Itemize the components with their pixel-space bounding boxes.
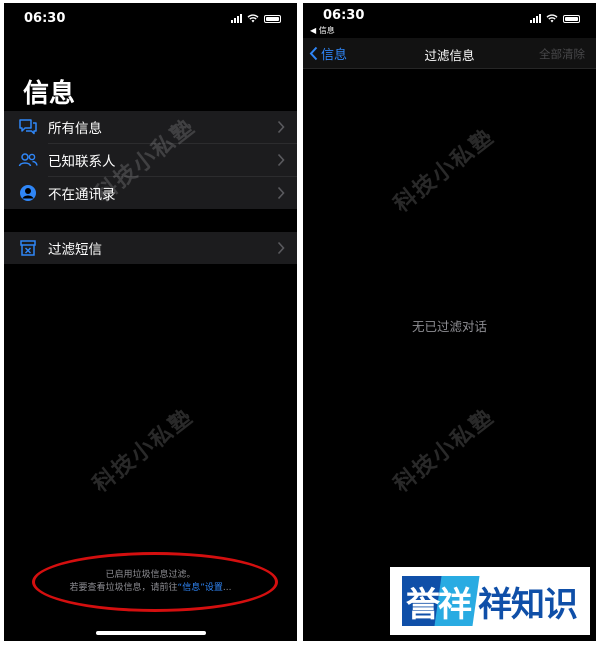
chevron-right-icon (277, 120, 285, 134)
back-to-app-link[interactable]: ◀ 信息 (310, 25, 335, 36)
unknown-person-icon (17, 182, 39, 204)
watermark: 科技小私塾 (88, 404, 199, 498)
chevron-right-icon (277, 186, 285, 200)
chevron-right-icon (277, 241, 285, 255)
filter-bin-icon (17, 237, 39, 259)
page-title: 信息 (23, 79, 76, 109)
status-icons (231, 14, 281, 23)
junk-filter-group: 过滤短信 (4, 232, 297, 264)
logo-text-blue: 祥知识 (478, 585, 578, 625)
wifi-icon (546, 14, 558, 23)
messages-screen: 06:30 信息 所有信息 已知联系人 不在通讯录 过滤短信 科技小私塾 科技小… (4, 3, 297, 641)
status-time: 06:30 (323, 8, 365, 23)
wifi-icon (247, 14, 259, 23)
empty-state-message: 无已过滤对话 (411, 319, 487, 334)
watermark: 科技小私塾 (389, 124, 500, 218)
signal-icon (530, 14, 541, 23)
signal-icon (231, 14, 242, 23)
chat-bubbles-icon (17, 116, 39, 138)
row-filtered-sms[interactable]: 过滤短信 (4, 232, 297, 264)
battery-icon (264, 14, 281, 23)
logo-text-white: 誉祥 (406, 585, 472, 625)
row-unknown-senders[interactable]: 不在通讯录 (4, 177, 297, 209)
home-indicator[interactable] (95, 631, 206, 635)
status-icons (530, 14, 580, 23)
status-time: 06:30 (24, 11, 66, 26)
clear-all-button[interactable]: 全部清除 (539, 46, 585, 62)
row-label: 已知联系人 (48, 154, 116, 170)
row-label: 所有信息 (48, 121, 102, 137)
brand-logo: 誉祥 祥知识 (390, 567, 590, 635)
chevron-right-icon (277, 153, 285, 167)
status-bar: 06:30 (4, 3, 297, 33)
battery-icon (563, 14, 580, 23)
filtered-messages-screen: 06:30 ◀ 信息 信息 过滤信息 全部清除 科技小私塾 科技小私塾 无已过滤… (303, 3, 596, 641)
status-bar: 06:30 (303, 3, 596, 33)
navigation-bar: 信息 过滤信息 全部清除 (303, 38, 596, 69)
people-icon (17, 149, 39, 171)
row-label: 过滤短信 (48, 242, 102, 258)
red-annotation-ellipse (32, 552, 278, 612)
watermark: 科技小私塾 (389, 404, 500, 498)
